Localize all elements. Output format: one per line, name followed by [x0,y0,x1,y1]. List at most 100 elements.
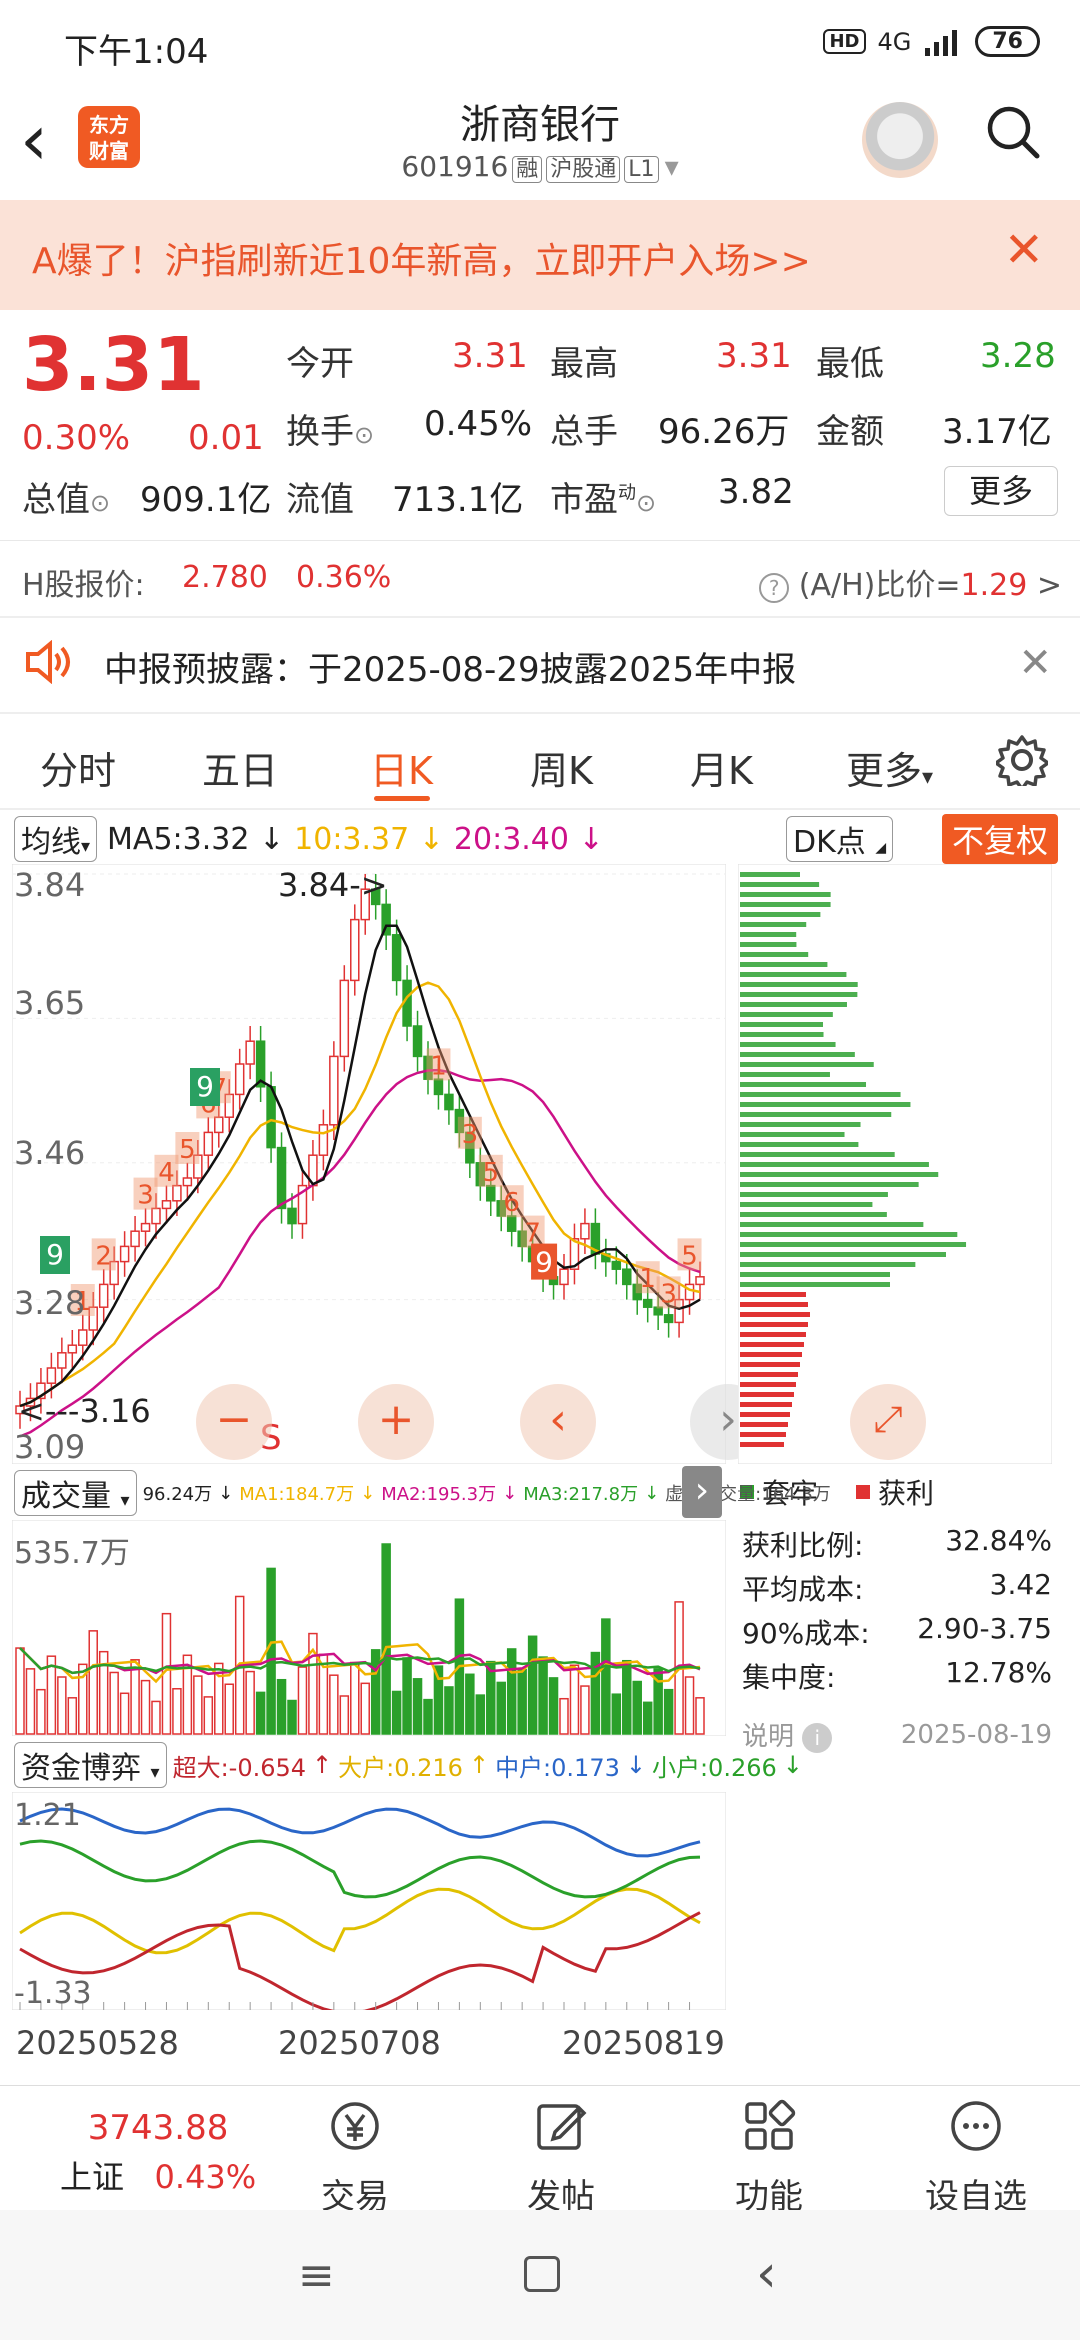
menu-icon[interactable]: ≡ [298,2250,335,2301]
candle-body [140,1222,151,1232]
more-dots-icon [951,2101,1001,2151]
signal-badge-label: 9 [535,1246,553,1279]
volume-bar [580,1685,590,1735]
date-label: 20250819 [562,2024,725,2062]
chip-stat-label: 平均成本: [742,1573,864,1606]
zoom-in-button[interactable]: + [358,1384,434,1460]
ma-legend: 均线▾ MA5:3.32 ↓ 10:3.37 ↓ 20:3.40 ↓ [14,816,604,862]
vol-ma3: MA3:217.8万 [523,1484,639,1505]
chip-stat-value: 32.84% [945,1524,1052,1557]
chip-bar [740,1042,836,1047]
tag-level: L1 [624,156,659,183]
candle-body [46,1367,57,1384]
fund-big: 大户:0.216 [338,1753,463,1782]
volume-bar [339,1695,350,1735]
volume-bar [601,1618,611,1735]
chip-bar [740,1062,874,1067]
post-button[interactable]: 发帖 [516,2098,606,2218]
volume-bar [663,1688,674,1735]
candle-body [611,1260,622,1270]
volume-bar [329,1674,339,1735]
kline-chart[interactable]: 1234567135671359 [12,864,726,1464]
tab-five-day[interactable]: 五日 [202,740,278,795]
divider [0,808,1080,810]
price-axis-label: 3.65 [14,984,86,1022]
chip-stat-row: 90%成本: 2.90-3.75 [742,1612,1052,1656]
tab-intraday[interactable]: 分时 [40,740,116,795]
candle-body [172,1184,182,1202]
chip-stats: 获利比例: 32.84% 平均成本: 3.42 90%成本: 2.90-3.75 集中度: 1… [742,1524,1052,1700]
zoom-out-button[interactable]: − [196,1384,272,1460]
tab-monthly-k[interactable]: 月K [690,740,753,795]
chip-bar [740,1052,855,1057]
fund-flow-chart[interactable] [12,1792,726,2010]
chip-bar [740,1132,845,1137]
close-icon[interactable]: ✕ [1004,222,1044,278]
expand-side-panel-button[interactable]: › [682,1466,722,1518]
pe-label[interactable]: 市盈动⊙ [550,472,656,521]
turnover-label[interactable]: 换手⊙ [286,404,374,453]
status-bar: 下午1:04 HD 4G 76 [0,0,1080,90]
ah-ratio[interactable]: ? (A/H)比价=1.29 > [759,560,1062,604]
volume-bar [245,1670,255,1735]
tab-weekly-k[interactable]: 周K [530,740,593,795]
settings-icon[interactable] [996,734,1048,786]
tab-active-indicator [374,796,430,801]
volume-bar [465,1673,475,1735]
stock-code: 601916 [401,150,509,183]
candle-body [329,1055,339,1126]
trade-button[interactable]: 交易 [310,2098,400,2218]
tab-daily-k[interactable]: 日K [370,740,433,795]
count-mark-label: 6 [503,1188,520,1218]
volume-bar [266,1567,276,1735]
back-nav-icon[interactable]: ‹ [756,2244,777,2304]
date-label: 20250708 [278,2024,441,2062]
fund-axis-bottom: -1.33 [14,1976,92,2011]
volume-label: 总手 [550,412,618,452]
candle-body [98,1283,109,1308]
candle-body [444,1093,454,1111]
adjust-button[interactable]: 不复权 [942,814,1059,864]
add-watchlist-button[interactable]: 设自选 [916,2098,1036,2218]
info-icon: ⊙ [354,421,375,449]
candle-body [412,1025,423,1058]
volume-bar [15,1647,25,1735]
banner-text[interactable]: A爆了！沪指刷新近10年新高，立即开户入场>> [32,232,811,284]
chip-bar [740,1142,859,1147]
ma-selector[interactable]: 均线▾ [14,816,98,862]
expand-icon[interactable]: ⤢ [850,1384,926,1460]
volume-selector[interactable]: 成交量 ▾ [14,1470,137,1516]
promo-banner[interactable]: A爆了！沪指刷新近10年新高，立即开户入场>> ✕ [0,200,1080,310]
chip-bar [740,1442,784,1447]
volume-bar [119,1692,130,1735]
functions-button[interactable]: 功能 [724,2098,814,2218]
assistant-avatar[interactable] [862,102,938,178]
pan-left-button[interactable]: ‹ [520,1384,596,1460]
fund-small: 小户:0.266 [651,1753,777,1782]
fund-selector[interactable]: 资金博弈 ▾ [14,1742,167,1788]
chip-bar [740,892,831,897]
index-ticker[interactable]: 3743.88 上证 0.43% [60,2108,256,2198]
dk-point-selector[interactable]: DK点 ◢ [786,816,894,862]
notice-text[interactable]: 中报预披露：于2025-08-29披露2025年中报 [104,642,796,691]
chip-bar [740,962,828,967]
chip-bar [740,1162,929,1167]
ma5-value: MA5:3.32 ↓ [107,821,285,857]
fund-axis-top: 1.21 [14,1798,81,1833]
candle-body [151,1207,161,1225]
mktcap-label[interactable]: 总值⊙ [22,472,110,521]
volume-bar [559,1697,569,1735]
more-button[interactable]: 更多 [944,466,1058,516]
close-icon[interactable]: ✕ [1018,640,1052,686]
speaker-icon [26,640,70,684]
volume-bar [203,1696,214,1735]
candle-body [266,1086,276,1149]
chip-bar [740,1092,901,1097]
volume-bar [350,1661,360,1735]
home-icon[interactable] [524,2256,560,2292]
tab-more[interactable]: 更多▾ [846,740,933,795]
volume-bar [67,1697,78,1735]
chip-bar [740,972,847,977]
search-icon[interactable] [985,104,1041,160]
chip-stat-value: 12.78% [945,1656,1052,1689]
